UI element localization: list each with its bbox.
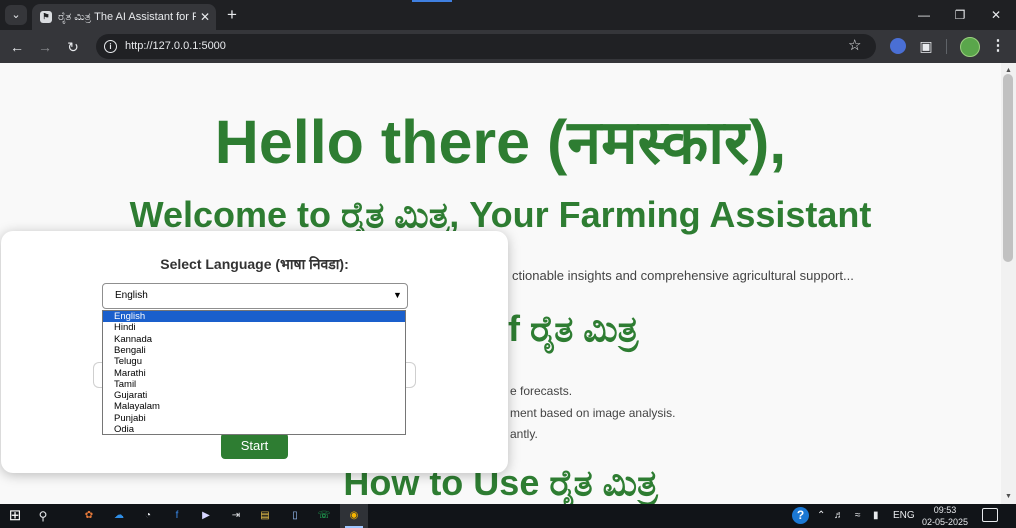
feature-line: antly. — [510, 427, 538, 441]
clock-time: 09:53 — [933, 505, 957, 515]
avatar-icon[interactable] — [960, 37, 980, 57]
chevron-up-icon[interactable]: ⌃ — [817, 508, 825, 524]
scroll-down-icon[interactable]: ▼ — [1004, 492, 1013, 501]
language-indicator[interactable]: ENG — [893, 508, 915, 524]
file-explorer-icon[interactable]: ▤ — [256, 507, 274, 525]
start-button[interactable]: Start — [221, 433, 288, 459]
notification-icon[interactable] — [982, 508, 998, 522]
chevron-down-icon: ⌄ — [11, 9, 21, 21]
dropdown-option[interactable]: Telugu — [103, 356, 405, 367]
facebook-icon[interactable]: f — [168, 507, 186, 525]
tab-search-button[interactable]: ⌄ — [5, 5, 27, 25]
dropdown-option[interactable]: Marathi — [103, 368, 405, 379]
hero-title: Hello there (नमस्कार), — [214, 108, 787, 176]
close-icon[interactable]: ✕ — [198, 9, 212, 25]
dropdown-option[interactable]: Punjabi — [103, 413, 405, 424]
wifi-icon[interactable]: ≈ — [855, 508, 861, 524]
features-heading: f ರೈತ ಮಿತ್ರ — [508, 308, 639, 349]
arrow-left-icon[interactable]: ← — [7, 37, 27, 57]
toolbar-divider — [946, 39, 947, 54]
feature-line: e forecasts. — [510, 384, 573, 398]
app-icon[interactable]: ◔ — [139, 507, 157, 525]
dropdown-option[interactable]: Kannada — [103, 334, 405, 345]
dropdown-option[interactable]: English — [103, 311, 405, 323]
input-edge — [405, 362, 416, 388]
tab-strip: ⌄ ⚑ ರೈತ ಮಿತ್ರ The AI Assistant for Farme… — [0, 0, 1016, 30]
onedrive-icon[interactable]: ☁ — [110, 507, 128, 525]
browser-toolbar: ← → ↻ i http://127.0.0.1:5000 ☆ ▣ ⋮ — [0, 30, 1016, 63]
clock-date: 02-05-2025 — [921, 517, 969, 527]
taskbar: ⊞ ⚲ ✿ ☁ ◔ f ▶ ⇥ ▤ ▯ ☏ ◉ ? ⌃ ♬ ≈ ▮ ENG 09… — [0, 504, 1016, 528]
arrow-right-icon[interactable]: → — [35, 37, 55, 57]
dropdown-option[interactable]: Malayalam — [103, 401, 405, 412]
puzzle-icon[interactable]: ▣ — [918, 38, 934, 54]
select-value: English — [115, 290, 148, 301]
dropdown-option[interactable]: Bengali — [103, 345, 405, 356]
info-icon[interactable]: i — [104, 40, 117, 53]
address-bar[interactable]: i http://127.0.0.1:5000 ☆ — [96, 34, 876, 59]
whatsapp-icon[interactable]: ☏ — [315, 507, 333, 525]
star-icon[interactable]: ☆ — [848, 37, 861, 55]
dropdown-option[interactable]: Odia — [103, 424, 405, 435]
windows-start-icon[interactable]: ⊞ — [6, 507, 24, 525]
close-window-icon[interactable]: ✕ — [984, 5, 1008, 25]
restore-icon[interactable]: ❐ — [948, 5, 972, 25]
kebab-menu-icon[interactable]: ⋮ — [990, 38, 1006, 54]
plus-icon[interactable]: + — [224, 6, 240, 24]
chevron-down-icon: ▼ — [393, 290, 402, 300]
reload-icon[interactable]: ↻ — [63, 37, 83, 57]
browser-tab[interactable]: ⚑ ರೈತ ಮಿತ್ರ The AI Assistant for Farmers… — [32, 4, 216, 30]
battery-icon[interactable]: ▮ — [873, 508, 879, 524]
language-label: Select Language (भाषा निवडा): — [160, 256, 349, 272]
feature-line: ment based on image analysis. — [510, 406, 676, 420]
clock[interactable]: 09:53 02-05-2025 — [920, 504, 970, 528]
scroll-thumb[interactable] — [1003, 74, 1013, 262]
intro-text: ctionable insights and comprehensive agr… — [512, 268, 854, 283]
page-scrollbar[interactable]: ▲ ▼ — [1001, 63, 1016, 504]
volume-icon[interactable]: ♬ — [834, 508, 844, 524]
dropdown-option[interactable]: Tamil — [103, 379, 405, 390]
copilot-icon[interactable]: ✿ — [80, 507, 98, 525]
language-select[interactable]: English ▼ — [102, 283, 408, 309]
page-favicon-icon: ⚑ — [40, 11, 52, 23]
tab-title: ರೈತ ಮಿತ್ರ The AI Assistant for Farmers — [58, 11, 196, 23]
dropdown-option[interactable]: Hindi — [103, 322, 405, 333]
url-text[interactable]: http://127.0.0.1:5000 — [125, 39, 226, 54]
window-accent — [412, 0, 452, 2]
dropdown-option[interactable]: Gujarati — [103, 390, 405, 401]
chrome-icon[interactable]: ◉ — [345, 507, 363, 525]
minimize-icon[interactable]: — — [912, 5, 936, 25]
notes-icon[interactable]: ▯ — [286, 507, 304, 525]
help-icon[interactable]: ? — [792, 507, 809, 524]
media-player-icon[interactable]: ▶ — [197, 507, 215, 525]
search-icon[interactable]: ⚲ — [34, 507, 52, 525]
terminal-icon[interactable]: ⇥ — [227, 507, 245, 525]
language-dropdown-list: English Hindi Kannada Bengali Telugu Mar… — [102, 310, 406, 435]
extension-icon[interactable] — [890, 38, 906, 54]
